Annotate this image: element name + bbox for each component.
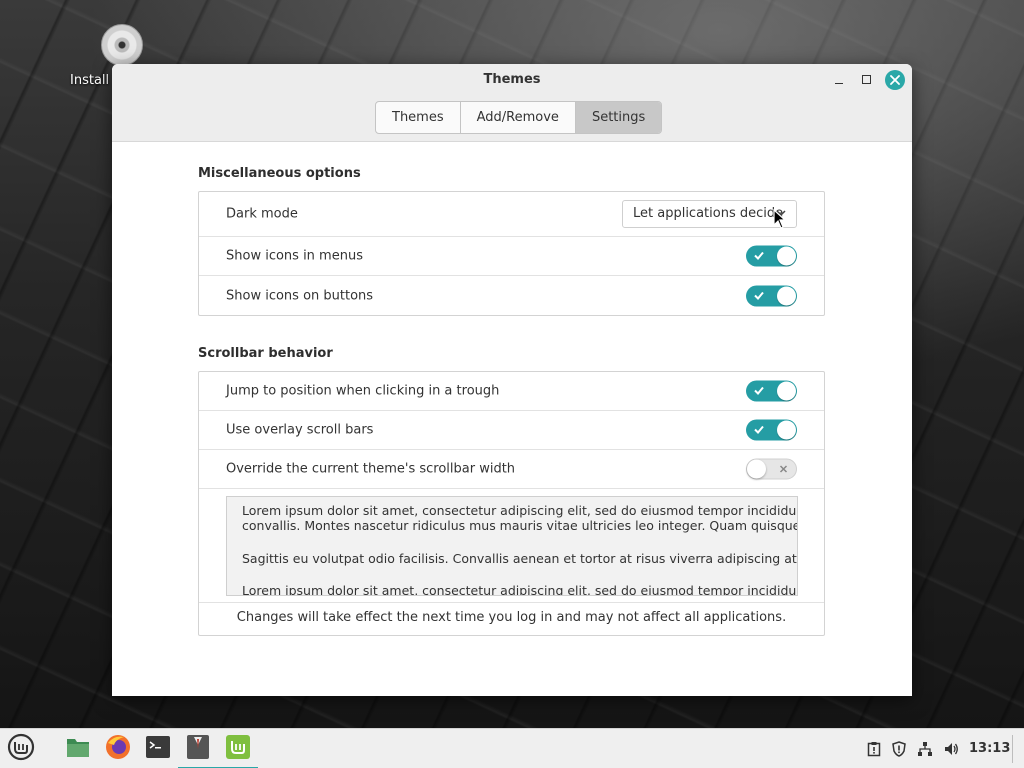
mint-menu-icon xyxy=(7,733,35,761)
folder-icon xyxy=(67,739,89,757)
maximize-icon[interactable] xyxy=(857,70,877,90)
preview-text-line: convallis. Montes nascetur ridiculus mus… xyxy=(242,518,798,533)
jump-trough-row: Jump to position when clicking in a trou… xyxy=(199,372,824,411)
terminal-launcher[interactable] xyxy=(138,729,178,768)
window-title: Themes xyxy=(483,72,541,87)
show-icons-buttons-label: Show icons on buttons xyxy=(226,288,374,303)
preview-row: Lorem ipsum dolor sit amet, consectetur … xyxy=(199,489,824,603)
themes-task[interactable] xyxy=(178,729,218,768)
check-icon xyxy=(754,291,764,300)
switch-knob xyxy=(747,459,766,479)
dark-mode-label: Dark mode xyxy=(226,206,298,222)
mouse-pointer-icon xyxy=(773,209,787,229)
scrollbar-behavior-card: Jump to position when clicking in a trou… xyxy=(198,371,825,636)
themes-icon xyxy=(187,735,209,759)
footer-note-row: Changes will take effect the next time y… xyxy=(199,603,824,635)
show-icons-menus-label: Show icons in menus xyxy=(226,248,363,264)
show-icons-buttons-switch[interactable] xyxy=(746,285,797,306)
overlay-scrollbars-switch[interactable] xyxy=(746,419,797,441)
mint-update-icon xyxy=(226,735,250,759)
tab-themes[interactable]: Themes xyxy=(376,102,461,133)
show-icons-menus-row: Show icons in menus xyxy=(199,237,824,276)
override-width-row: Override the current theme's scrollbar w… xyxy=(199,450,824,489)
show-desktop-button[interactable] xyxy=(1012,735,1016,763)
settings-page: Miscellaneous options Dark mode Let appl… xyxy=(112,142,912,696)
jump-trough-label: Jump to position when clicking in a trou… xyxy=(226,383,500,399)
section-title-scrollbar: Scrollbar behavior xyxy=(198,346,333,361)
minimize-icon[interactable] xyxy=(829,70,849,90)
preview-text-line: Lorem ipsum dolor sit amet, consectetur … xyxy=(242,583,797,596)
volume-icon[interactable] xyxy=(943,741,959,757)
taskbar: 13:13 xyxy=(0,728,1024,768)
show-icons-menus-switch[interactable] xyxy=(746,245,797,267)
jump-trough-switch[interactable] xyxy=(746,380,797,402)
cross-icon xyxy=(779,465,788,473)
clock[interactable]: 13:13 xyxy=(969,741,1010,756)
check-icon xyxy=(754,251,764,260)
switch-knob xyxy=(777,420,796,440)
preview-text-line: Sagittis eu volutpat odio facilisis. Con… xyxy=(242,551,798,566)
terminal-icon xyxy=(146,736,170,758)
close-icon[interactable] xyxy=(885,70,905,90)
firefox-icon xyxy=(106,735,130,759)
files-launcher[interactable] xyxy=(58,729,98,768)
tab-settings[interactable]: Settings xyxy=(575,102,662,133)
clipboard-icon[interactable] xyxy=(866,741,882,757)
stack-switcher: Themes Add/Remove Settings xyxy=(375,101,663,134)
check-icon xyxy=(754,386,764,395)
firefox-launcher[interactable] xyxy=(98,729,138,768)
overlay-scrollbars-label: Use overlay scroll bars xyxy=(226,422,374,438)
misc-options-card: Dark mode Let applications decide Show i… xyxy=(198,191,825,316)
override-width-label: Override the current theme's scrollbar w… xyxy=(226,461,516,477)
update-manager-task[interactable] xyxy=(218,729,258,768)
scrollbar-preview-textview[interactable]: Lorem ipsum dolor sit amet, consectetur … xyxy=(226,496,798,596)
switch-knob xyxy=(777,286,796,305)
header-bar: Themes Themes Add/Remove Settings xyxy=(112,64,912,142)
dark-mode-row: Dark mode Let applications decide xyxy=(199,192,824,237)
footer-note: Changes will take effect the next time y… xyxy=(236,610,787,625)
menu-button[interactable] xyxy=(1,729,41,768)
check-icon xyxy=(754,425,764,434)
switch-knob xyxy=(777,381,796,401)
desktop-icon-label: Install xyxy=(70,73,110,88)
tab-add-remove[interactable]: Add/Remove xyxy=(461,102,576,133)
section-title-misc: Miscellaneous options xyxy=(198,166,361,181)
network-icon[interactable] xyxy=(917,741,933,757)
disc-icon xyxy=(101,24,143,66)
override-width-switch[interactable] xyxy=(746,458,797,480)
switch-knob xyxy=(777,246,796,266)
themes-window: Themes Themes Add/Remove Settings Miscel… xyxy=(112,64,912,696)
preview-text-line: Lorem ipsum dolor sit amet, consectetur … xyxy=(242,503,797,518)
shield-icon[interactable] xyxy=(891,741,907,757)
overlay-scrollbars-row: Use overlay scroll bars xyxy=(199,411,824,450)
dark-mode-value: Let applications decide xyxy=(633,206,784,221)
show-icons-buttons-row: Show icons on buttons xyxy=(199,276,824,315)
dark-mode-dropdown[interactable]: Let applications decide xyxy=(622,200,797,228)
